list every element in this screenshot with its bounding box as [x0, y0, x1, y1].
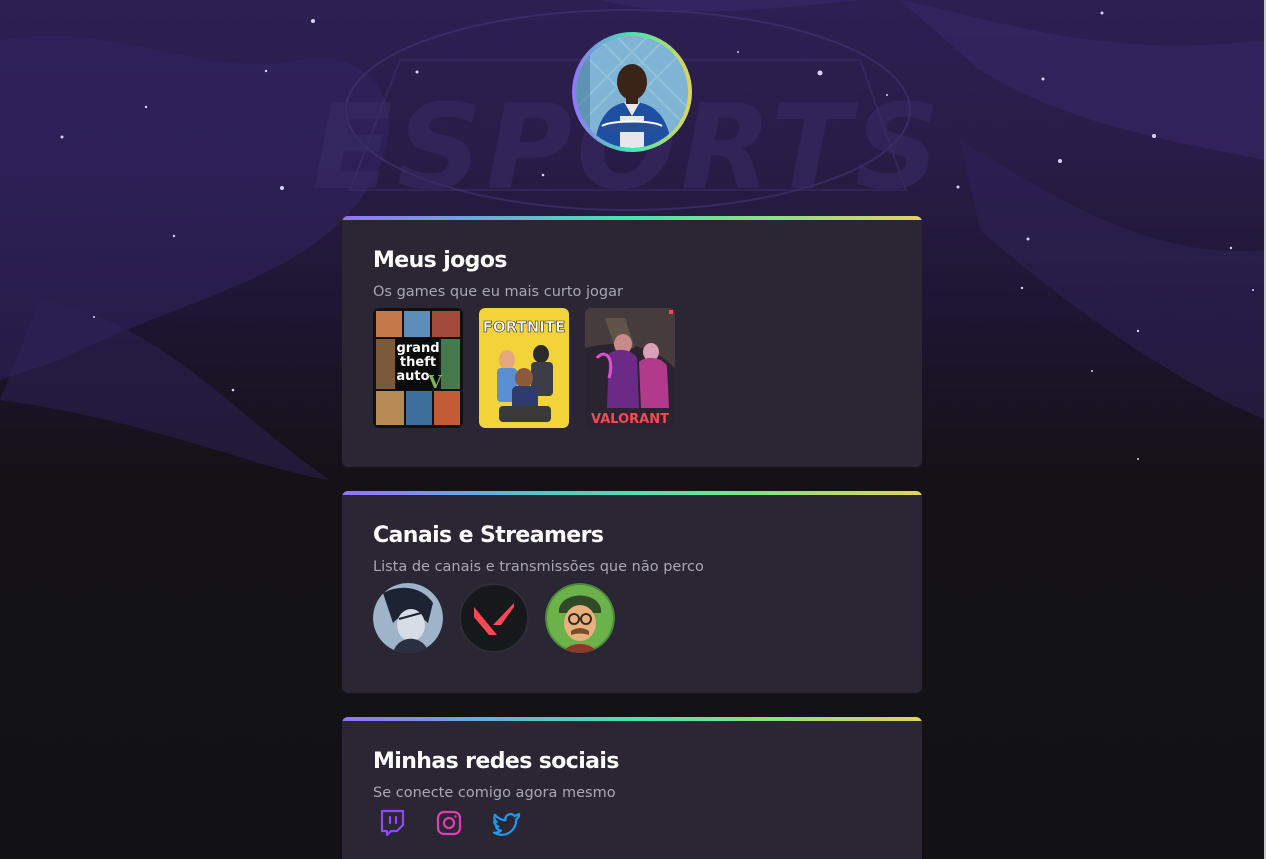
- game-cover-valorant[interactable]: VALORANT: [585, 308, 675, 428]
- fortnite-logo: FORTNITE: [483, 318, 566, 336]
- twitch-icon[interactable]: [376, 807, 408, 839]
- channels-card: Canais e Streamers Lista de canais e tra…: [342, 491, 922, 693]
- gta-logo-line2: theft: [400, 355, 436, 370]
- valorant-logo: VALORANT: [591, 412, 669, 427]
- game-cover-fortnite[interactable]: FORTNITE: [479, 308, 569, 428]
- gta-logo-mark: V: [427, 372, 443, 393]
- profile-photo: [576, 36, 688, 148]
- socials-list: [376, 807, 522, 839]
- gta-logo-line3: auto: [396, 369, 429, 384]
- channels-card-title: Canais e Streamers: [373, 523, 604, 548]
- games-card-title: Meus jogos: [373, 248, 507, 273]
- twitter-icon[interactable]: [490, 807, 522, 839]
- game-cover-gta-v[interactable]: grand theft auto V: [373, 308, 463, 428]
- person-illustration: [576, 36, 688, 148]
- socials-card: Minhas redes sociais Se conecte comigo a…: [342, 717, 922, 859]
- channels-card-subtitle: Lista de canais e transmissões que não p…: [373, 559, 704, 575]
- games-card-subtitle: Os games que eu mais curto jogar: [373, 284, 623, 300]
- channel-avatar-cartoon[interactable]: [545, 583, 615, 653]
- profile-avatar: [572, 32, 692, 152]
- gta-logo-line1: grand: [396, 341, 439, 356]
- channels-list: [373, 583, 615, 653]
- channel-avatar-anime[interactable]: [373, 583, 443, 653]
- instagram-icon[interactable]: [433, 807, 465, 839]
- socials-card-title: Minhas redes sociais: [373, 749, 619, 774]
- socials-card-subtitle: Se conecte comigo agora mesmo: [373, 785, 616, 801]
- channel-avatar-valorant[interactable]: [459, 583, 529, 653]
- games-list: grand theft auto V FORTNITE VALORANT: [373, 308, 675, 428]
- games-card: Meus jogos Os games que eu mais curto jo…: [342, 216, 922, 467]
